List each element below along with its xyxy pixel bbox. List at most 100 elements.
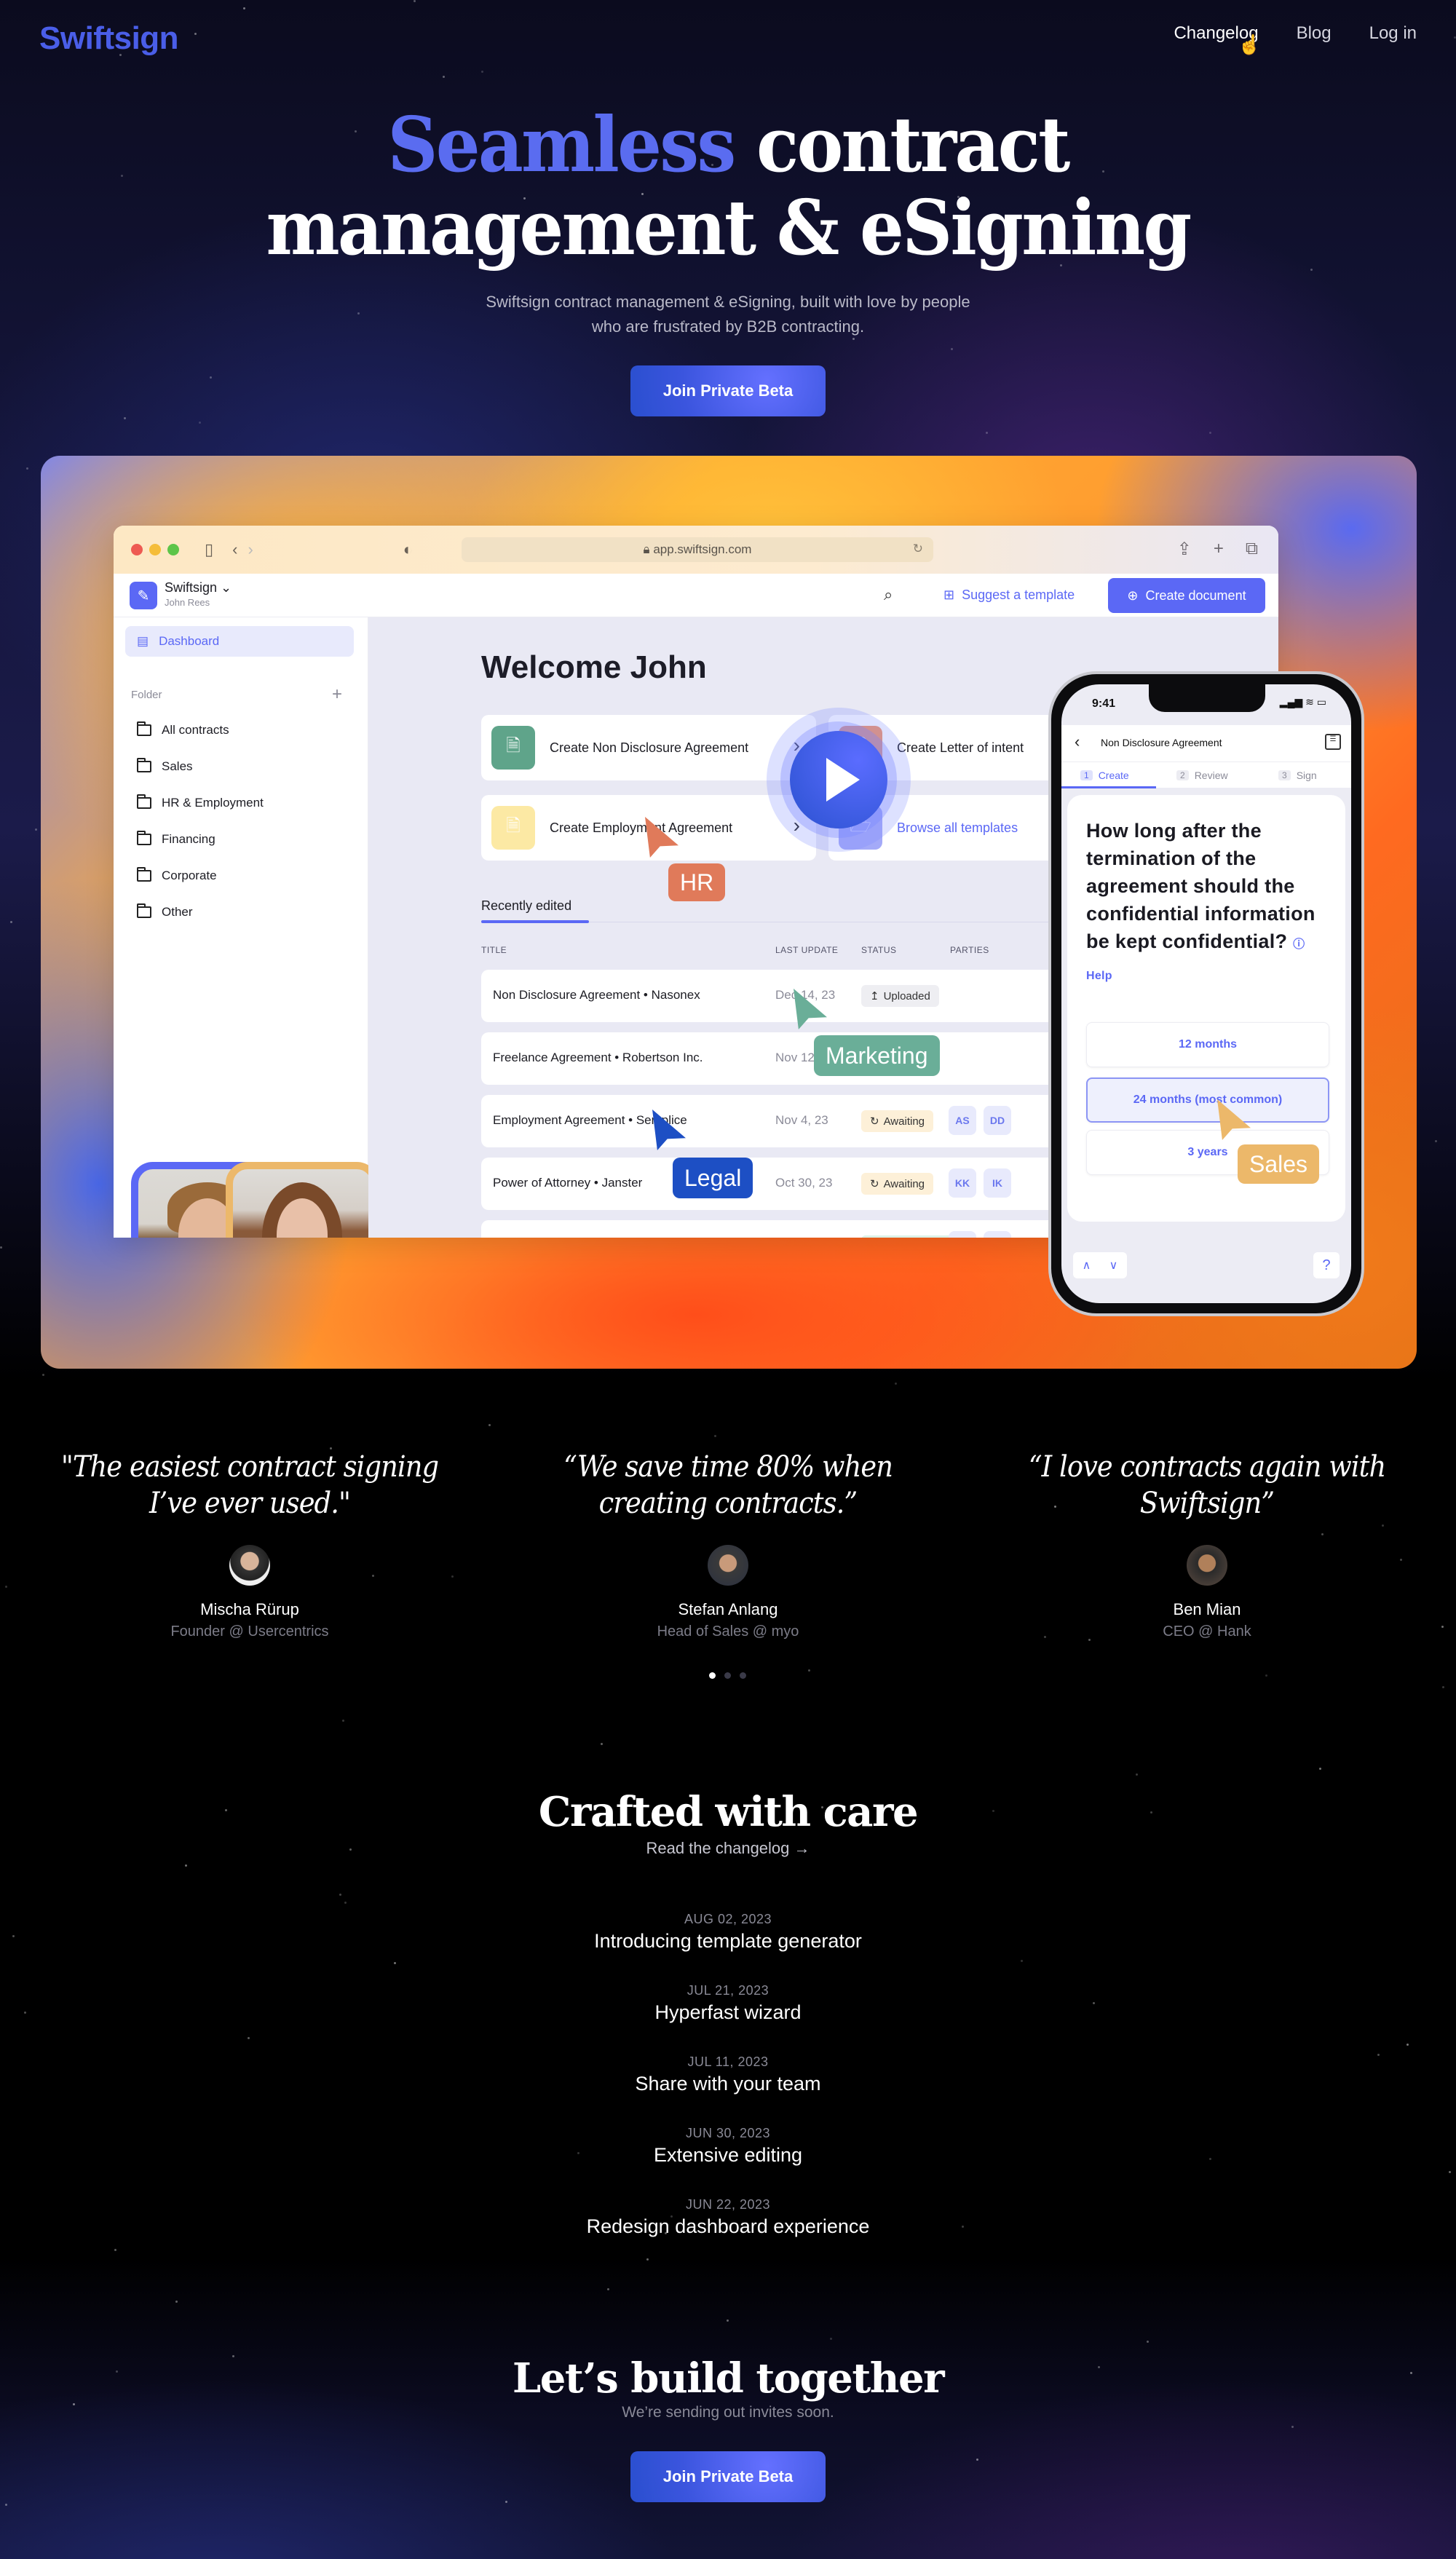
party-avatar[interactable]: KK <box>949 1168 976 1198</box>
option-12-months[interactable]: 12 months <box>1086 1022 1329 1067</box>
url-bar[interactable]: 🔒︎ app.swiftsign.com ↻ <box>462 537 933 562</box>
sidebar-item-hr-employment[interactable]: HR & Employment <box>125 788 354 818</box>
help-button[interactable]: ? <box>1313 1252 1340 1278</box>
party-avatar[interactable]: AS <box>949 1106 976 1135</box>
testimonial-name: Mischa Rürup <box>200 1600 299 1618</box>
play-video-button[interactable] <box>767 708 911 852</box>
star <box>1318 1768 1321 1771</box>
sidebar-toggle-icon[interactable]: ▯ <box>205 540 213 559</box>
sidebar-item-other[interactable]: Other <box>125 897 354 928</box>
join-beta-button-footer[interactable]: Join Private Beta <box>630 2451 826 2502</box>
step-create[interactable]: 1 Create <box>1080 770 1129 781</box>
nav-blog[interactable]: Blog <box>1297 23 1332 44</box>
status-badge: ↻ Awaiting <box>861 1110 934 1132</box>
search-icon[interactable]: ⌕ <box>884 585 893 604</box>
step-review[interactable]: 2 Review <box>1176 770 1228 781</box>
chevron-up-icon[interactable]: ∧ <box>1083 1258 1091 1273</box>
hero-subtitle: Swiftsign contract management & eSigning… <box>486 293 970 336</box>
star <box>1020 1959 1023 1962</box>
back-icon[interactable]: ‹ <box>1075 732 1080 751</box>
template-card-nda[interactable]: 🗎︎ Create Non Disclosure Agreement › <box>481 715 816 780</box>
star <box>342 1719 345 1722</box>
changelog-date: JUL 21, 2023 <box>687 1983 769 1998</box>
changelog-item[interactable]: JUN 30, 2023 Extensive editing <box>0 2126 1456 2167</box>
app-header: ✎ Swiftsign ⌄ John Rees ⌕ ⊞ Suggest a tem… <box>114 574 1278 617</box>
testimonial-2: “We save time 80% when creating contract… <box>510 1449 946 1640</box>
carousel-dot[interactable] <box>724 1672 731 1679</box>
shield-icon[interactable]: ◐ <box>403 540 413 559</box>
close-window-icon[interactable] <box>131 544 143 555</box>
sidebar-item-all-contracts[interactable]: All contracts <box>125 715 354 745</box>
hero-title: Seamless contract management & eSigning <box>58 103 1398 269</box>
read-changelog-link[interactable]: Read the changelog → <box>0 1839 1456 1858</box>
column-header-parties[interactable]: PARTIES <box>950 945 989 955</box>
status-badge: ↥ Uploaded <box>861 985 939 1007</box>
star <box>1406 2044 1409 2046</box>
contract-title: Power of Attorney • Janster <box>493 1176 643 1190</box>
step-number: 1 <box>1080 770 1093 780</box>
url-text: app.swiftsign.com <box>653 542 752 556</box>
sidebar-item-label: Financing <box>162 832 215 846</box>
status-badge: ✓ Fully Signed <box>861 1235 953 1238</box>
new-tab-icon[interactable]: + <box>1214 539 1224 560</box>
status-label: Uploaded <box>883 989 930 1002</box>
create-document-button[interactable]: ⊕ Create document <box>1108 578 1265 613</box>
changelog-item[interactable]: JUN 22, 2023 Redesign dashboard experien… <box>0 2197 1456 2238</box>
star <box>488 1423 491 1426</box>
add-folder-icon[interactable]: + <box>332 684 342 705</box>
step-label: Create <box>1098 770 1129 781</box>
party-avatar[interactable]: IK <box>984 1168 1011 1198</box>
carousel-dot[interactable] <box>740 1672 746 1679</box>
sidebar-item-sales[interactable]: Sales <box>125 751 354 782</box>
step-sign[interactable]: 3 Sign <box>1278 770 1317 781</box>
carousel-dot[interactable] <box>709 1672 716 1679</box>
template-label: Create Non Disclosure Agreement <box>550 740 749 755</box>
changelog-item[interactable]: AUG 02, 2023 Introducing template genera… <box>0 1912 1456 1953</box>
feather-icon[interactable]: ✎ <box>130 582 157 609</box>
party-avatar[interactable]: IK <box>984 1231 1011 1238</box>
reload-icon[interactable]: ↻ <box>913 542 923 556</box>
cursor-hr-label: HR <box>668 863 726 901</box>
changelog-date: JUL 11, 2023 <box>687 2054 769 2069</box>
suggest-template-button[interactable]: ⊞ Suggest a template <box>943 588 1075 603</box>
step-number: 3 <box>1278 770 1291 780</box>
chevron-down-icon[interactable]: ∨ <box>1109 1258 1118 1273</box>
join-beta-button[interactable]: Join Private Beta <box>630 365 826 416</box>
hero-title-line1: contract <box>734 100 1070 189</box>
active-tab-indicator <box>481 920 589 923</box>
nav-login[interactable]: Log in <box>1369 23 1417 44</box>
video-tile-participant-2 <box>226 1162 379 1238</box>
changelog-item[interactable]: JUL 11, 2023 Share with your team <box>0 2054 1456 2095</box>
status-icon: ↻ <box>870 1178 879 1190</box>
contract-title: Freelance Agreement • Robertson Inc. <box>493 1051 703 1064</box>
step-number: 2 <box>1176 770 1189 780</box>
star <box>344 1901 347 1904</box>
sidebar-item-dashboard[interactable]: ▤ Dashboard <box>125 626 354 657</box>
minimize-window-icon[interactable] <box>149 544 161 555</box>
play-button-ring <box>780 721 897 838</box>
play-icon <box>826 758 860 802</box>
star <box>1265 1674 1267 1677</box>
column-header-last-update[interactable]: LAST UPDATE <box>775 945 838 955</box>
workspace-switcher[interactable]: Swiftsign ⌄ <box>165 580 232 596</box>
plus-circle-icon: ⊕ <box>1127 588 1139 603</box>
changelog-item[interactable]: JUL 21, 2023 Hyperfast wizard <box>0 1983 1456 2024</box>
list-menu-icon[interactable]: ☰ <box>1325 734 1341 750</box>
chevron-down-icon: ⌄ <box>221 580 232 595</box>
logo[interactable]: Swiftsign <box>39 20 179 57</box>
changelog-item-title: Hyperfast wizard <box>654 2001 802 2023</box>
option-24-months[interactable]: 24 months (most common) <box>1086 1077 1329 1123</box>
sidebar-item-corporate[interactable]: Corporate <box>125 861 354 891</box>
column-header-title[interactable]: TITLE <box>481 945 507 955</box>
tab-recently-edited[interactable]: Recently edited <box>481 898 571 914</box>
forward-icon[interactable]: › <box>248 540 253 559</box>
maximize-window-icon[interactable] <box>167 544 179 555</box>
cursor-marketing-label: Marketing <box>814 1035 940 1076</box>
sidebar-item-financing[interactable]: Financing <box>125 824 354 855</box>
tabs-overview-icon[interactable]: ⧉ <box>1246 539 1258 560</box>
party-avatar[interactable]: KK <box>949 1231 976 1238</box>
party-avatar[interactable]: DD <box>984 1106 1011 1135</box>
back-icon[interactable]: ‹ <box>232 540 237 559</box>
share-icon[interactable]: ⇪ <box>1177 539 1192 560</box>
column-header-status[interactable]: STATUS <box>861 945 897 955</box>
